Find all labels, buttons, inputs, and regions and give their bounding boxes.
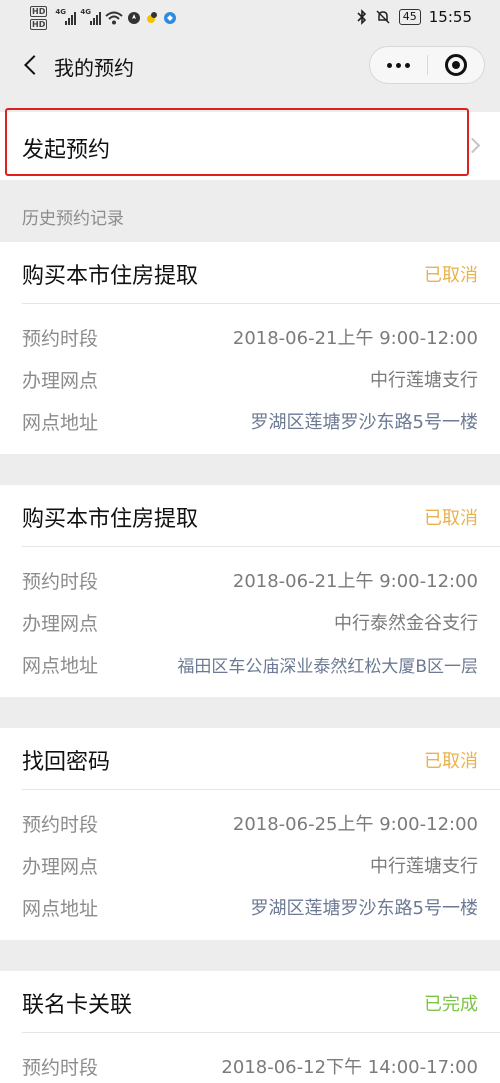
chevron-left-icon <box>24 55 44 75</box>
detail-row: 办理网点 中行莲塘支行 <box>22 844 478 886</box>
detail-value: 2018-06-25上午 9:00-12:00 <box>232 814 478 835</box>
record-card[interactable]: 购买本市住房提取 已取消 预约时段 2018-06-21上午 9:00-12:0… <box>0 242 500 454</box>
detail-row: 网点地址 福田区车公庙深业泰然红松大厦B区一层 <box>22 643 478 685</box>
detail-row: 预约时段 2018-06-25上午 9:00-12:00 <box>22 802 478 844</box>
hd-icon: HD HD <box>30 6 48 30</box>
chevron-right-icon <box>464 137 481 154</box>
close-mini-program-button[interactable] <box>428 47 484 83</box>
record-card[interactable]: 联名卡关联 已完成 预约时段 2018-06-12下午 14:00-17:00 <box>0 971 500 1083</box>
detail-value: 2018-06-21上午 9:00-12:00 <box>232 328 478 349</box>
status-left-icons: HD HD 4G 4G <box>30 6 177 30</box>
bird-icon <box>147 12 158 23</box>
bluetooth-icon <box>357 9 366 25</box>
record-card[interactable]: 购买本市住房提取 已取消 预约时段 2018-06-21上午 9:00-12:0… <box>0 485 500 697</box>
record-title: 购买本市住房提取 <box>22 507 199 532</box>
battery-icon: 45 <box>398 9 421 25</box>
detail-label: 预约时段 <box>22 327 99 350</box>
detail-label: 网点地址 <box>22 654 99 677</box>
network-type-label: 4G <box>80 8 91 16</box>
detail-value: 中行莲塘支行 <box>370 856 478 877</box>
detail-value: 福田区车公庙深业泰然红松大厦B区一层 <box>177 656 478 677</box>
detail-value: 中行泰然金谷支行 <box>334 613 478 634</box>
detail-label: 办理网点 <box>22 855 99 878</box>
record-details: 预约时段 2018-06-25上午 9:00-12:00 办理网点 中行莲塘支行… <box>0 790 500 928</box>
mute-bell-icon <box>376 10 390 24</box>
detail-value: 罗湖区莲塘罗沙东路5号一楼 <box>250 412 478 433</box>
status-time: 15:55 <box>428 8 472 26</box>
record-status: 已取消 <box>424 751 478 772</box>
card-header: 购买本市住房提取 已取消 <box>22 242 500 304</box>
app-icon <box>164 12 177 24</box>
history-section-header: 历史预约记录 <box>22 209 124 229</box>
detail-label: 网点地址 <box>22 897 99 920</box>
back-button[interactable] <box>16 50 46 80</box>
card-header: 购买本市住房提取 已取消 <box>22 485 500 547</box>
hd-label: HD <box>30 19 48 30</box>
page-title: 我的预约 <box>54 56 134 80</box>
launch-appointment-row[interactable]: 发起预约 <box>0 112 500 180</box>
detail-row: 网点地址 罗湖区莲塘罗沙东路5号一楼 <box>22 400 478 442</box>
detail-value: 罗湖区莲塘罗沙东路5号一楼 <box>250 898 478 919</box>
detail-row: 预约时段 2018-06-21上午 9:00-12:00 <box>22 559 478 601</box>
detail-label: 网点地址 <box>22 411 99 434</box>
detail-value: 2018-06-21上午 9:00-12:00 <box>232 571 478 592</box>
detail-row: 预约时段 2018-06-21上午 9:00-12:00 <box>22 316 478 358</box>
detail-label: 预约时段 <box>22 570 99 593</box>
navigation-bar: 我的预约 <box>0 36 500 96</box>
card-header: 联名卡关联 已完成 <box>22 971 500 1033</box>
detail-label: 预约时段 <box>22 813 99 836</box>
record-status: 已取消 <box>424 265 478 286</box>
detail-row: 办理网点 中行莲塘支行 <box>22 358 478 400</box>
detail-value: 中行莲塘支行 <box>370 370 478 391</box>
detail-row: 办理网点 中行泰然金谷支行 <box>22 601 478 643</box>
signal-4g-icon: 4G <box>80 8 102 25</box>
status-bar: HD HD 4G 4G 45 15:55 <box>0 0 500 36</box>
record-title: 找回密码 <box>22 750 111 775</box>
launch-appointment-label: 发起预约 <box>22 138 111 163</box>
record-title: 购买本市住房提取 <box>22 264 199 289</box>
hd-label: HD <box>30 6 48 17</box>
wifi-icon <box>105 11 124 25</box>
more-button[interactable] <box>370 47 427 83</box>
record-status: 已完成 <box>424 994 478 1015</box>
record-card[interactable]: 找回密码 已取消 预约时段 2018-06-25上午 9:00-12:00 办理… <box>0 728 500 940</box>
detail-label: 办理网点 <box>22 369 99 392</box>
record-details: 预约时段 2018-06-12下午 14:00-17:00 <box>0 1033 500 1083</box>
compass-icon <box>128 12 141 24</box>
record-details: 预约时段 2018-06-21上午 9:00-12:00 办理网点 中行泰然金谷… <box>0 547 500 685</box>
signal-4g-icon: 4G <box>55 8 77 25</box>
detail-label: 办理网点 <box>22 612 99 635</box>
more-dots-icon <box>387 62 392 68</box>
card-header: 找回密码 已取消 <box>22 728 500 790</box>
network-type-label: 4G <box>55 8 66 16</box>
detail-value: 2018-06-12下午 14:00-17:00 <box>221 1057 478 1078</box>
mini-program-capsule <box>369 46 485 84</box>
target-circle-icon <box>444 54 467 76</box>
detail-row: 网点地址 罗湖区莲塘罗沙东路5号一楼 <box>22 886 478 928</box>
record-title: 联名卡关联 <box>22 993 133 1018</box>
record-status: 已取消 <box>424 508 478 529</box>
record-details: 预约时段 2018-06-21上午 9:00-12:00 办理网点 中行莲塘支行… <box>0 304 500 442</box>
detail-row: 预约时段 2018-06-12下午 14:00-17:00 <box>22 1045 478 1083</box>
detail-label: 预约时段 <box>22 1056 99 1079</box>
status-right-icons: 45 15:55 <box>357 8 472 26</box>
